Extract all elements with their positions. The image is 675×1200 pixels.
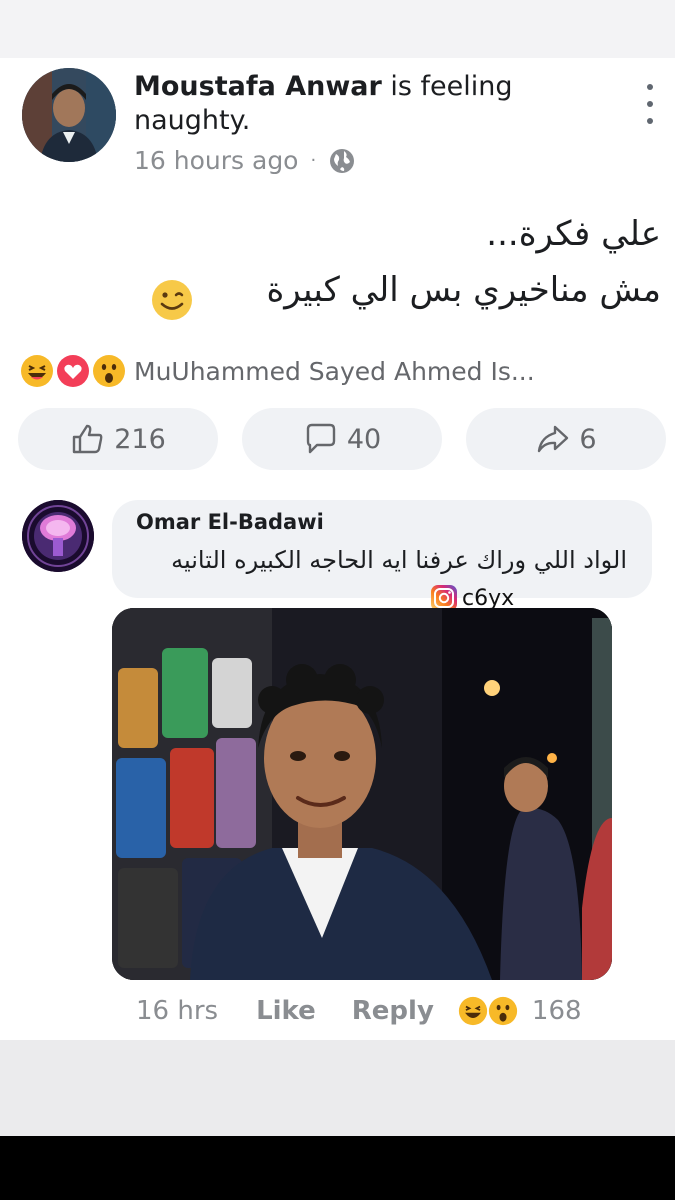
reactions-summary-text: MuUhammed Sayed Ahmed Is... [134, 356, 535, 386]
black-band [0, 1136, 675, 1200]
post-meta: 16 hours ago · [134, 146, 356, 175]
comment-text: الواد اللي وراك عرفنا ايه الحاجه الكبيره… [171, 546, 627, 574]
wow-reaction-icon [488, 996, 518, 1026]
reactions-summary[interactable]: MuUhammed Sayed Ahmed Is... [20, 354, 535, 388]
smile-emoji-icon [152, 280, 192, 320]
commenter-name[interactable]: Omar El-Badawi [136, 510, 324, 534]
share-button[interactable]: 6 [466, 408, 666, 470]
author-avatar[interactable] [22, 68, 116, 162]
bottom-band [0, 1040, 675, 1136]
comment-count: 40 [346, 423, 382, 455]
share-count: 6 [579, 423, 597, 455]
watermark-handle: c6yx [462, 585, 515, 611]
top-band [0, 0, 675, 58]
like-icon [73, 424, 103, 454]
comment-button[interactable]: 40 [242, 408, 442, 470]
share-icon [538, 425, 569, 453]
love-reaction-icon [57, 355, 89, 387]
post-time[interactable]: 16 hours ago [134, 146, 298, 175]
post-text-line-2: مش مناخيري بس الي كبيرة [266, 270, 661, 310]
haha-reaction-icon [21, 355, 53, 387]
commenter-avatar[interactable] [22, 500, 94, 572]
post-text-line-1: علي فكرة... [486, 214, 661, 254]
wow-reaction-icon [93, 355, 125, 387]
comment-photo[interactable] [112, 608, 612, 980]
comment-actions: 16 hrs Like Reply 168 [136, 996, 582, 1026]
comment-time[interactable]: 16 hrs [136, 996, 218, 1026]
comment-reply-button[interactable]: Reply [352, 996, 434, 1026]
author-name[interactable]: Moustafa Anwar [134, 71, 382, 102]
like-button[interactable]: 216 [18, 408, 218, 470]
comment-icon [306, 423, 336, 454]
post-text: علي فكرة... مش مناخيري بس الي كبيرة [41, 206, 661, 318]
comment-like-button[interactable]: Like [256, 996, 316, 1026]
haha-reaction-icon [458, 996, 488, 1026]
globe-icon [330, 148, 355, 173]
screenshot: Moustafa Anwar is feeling naughty. 16 ho… [0, 0, 675, 1200]
meta-separator: · [310, 150, 317, 171]
like-count: 216 [114, 423, 166, 455]
post-author-line: Moustafa Anwar is feeling naughty. [134, 70, 604, 138]
more-options-icon[interactable] [640, 84, 660, 124]
comment-reaction-count[interactable]: 168 [532, 996, 582, 1026]
